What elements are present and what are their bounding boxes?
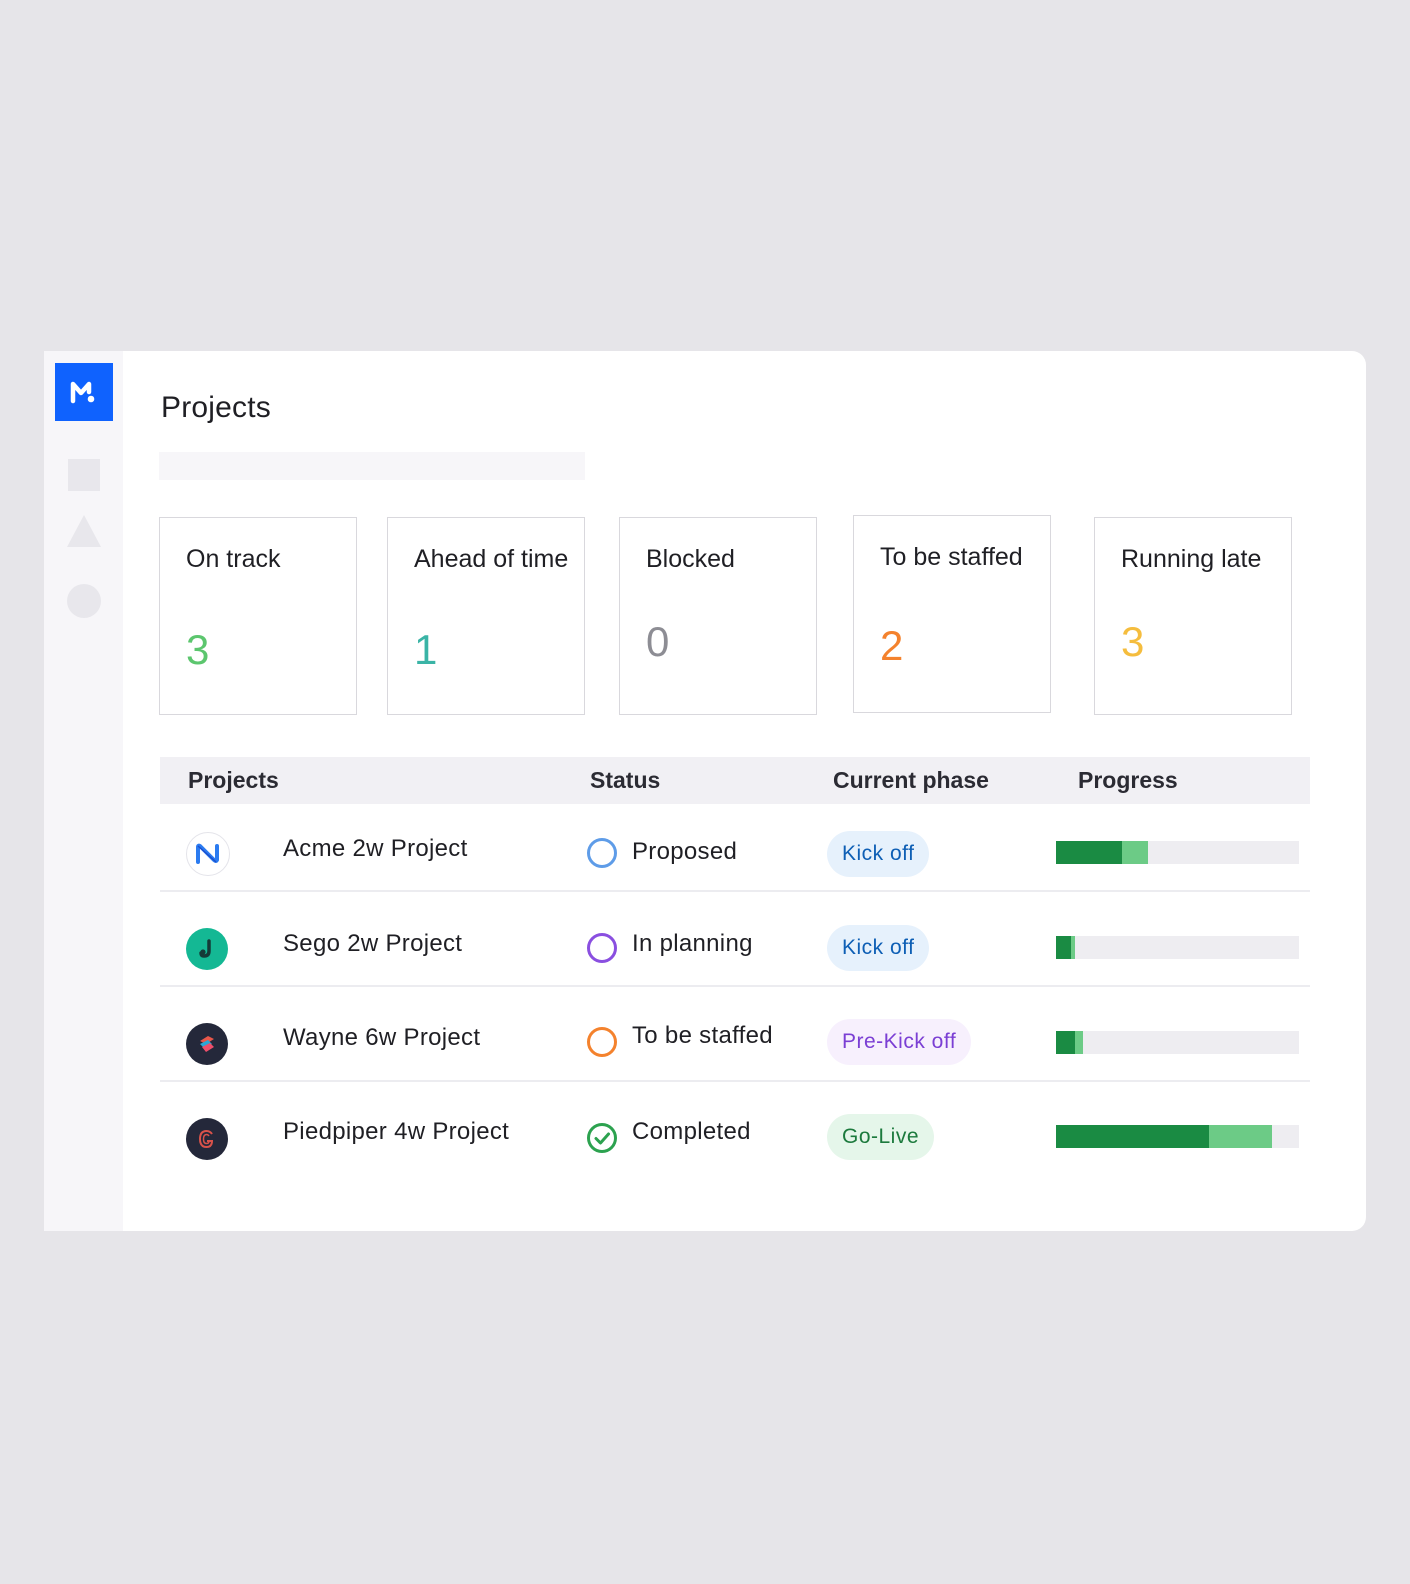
project-name[interactable]: Acme 2w Project [283, 835, 468, 863]
table-row[interactable]: Sego 2w Project In planning Kick off [160, 899, 1310, 994]
status-to-be-staffed-icon [587, 1027, 617, 1057]
card-label: Ahead of time [414, 545, 569, 573]
sidebar [44, 351, 123, 1231]
summary-card-ahead-of-time[interactable]: Ahead of time 1 [387, 517, 585, 715]
search-bar[interactable] [159, 452, 585, 480]
phase-badge[interactable]: Kick off [827, 925, 930, 971]
page-title: Projects [161, 391, 271, 424]
progress-bar [1056, 936, 1299, 959]
column-header-projects[interactable]: Projects [188, 757, 279, 804]
card-value: 3 [186, 626, 210, 673]
progress-bar-complete [1056, 1125, 1210, 1148]
sego-logo-icon [186, 928, 228, 970]
column-header-phase[interactable]: Current phase [833, 757, 989, 804]
status-text: In planning [632, 930, 753, 957]
column-header-progress[interactable]: Progress [1078, 757, 1178, 804]
summary-card-to-be-staffed[interactable]: To be staffed 2 [853, 515, 1051, 713]
progress-bar-in-progress [1209, 1125, 1273, 1148]
progress-bar-complete [1056, 936, 1071, 959]
card-value: 1 [414, 626, 438, 673]
progress-bar [1056, 1125, 1299, 1148]
acme-logo-icon [186, 832, 230, 876]
project-name[interactable]: Sego 2w Project [283, 930, 462, 958]
status-completed-icon [587, 1123, 617, 1153]
app-window: Projects On track 3 Ahead of time 1 Bloc… [44, 351, 1366, 1231]
triangle-icon[interactable] [67, 515, 101, 547]
project-name[interactable]: Wayne 6w Project [283, 1024, 480, 1052]
progress-bar [1056, 841, 1299, 864]
card-value: 2 [880, 622, 904, 669]
card-label: Blocked [646, 545, 735, 573]
wayne-logo-icon [186, 1023, 228, 1065]
row-divider [160, 985, 1310, 987]
table-row[interactable]: Piedpiper 4w Project Completed Go-Live [160, 1089, 1310, 1184]
phase-badge[interactable]: Pre-Kick off [827, 1019, 972, 1065]
circle-icon[interactable] [67, 584, 101, 618]
summary-card-blocked[interactable]: Blocked 0 [619, 517, 817, 715]
summary-card-running-late[interactable]: Running late 3 [1094, 517, 1292, 715]
summary-card-on-track[interactable]: On track 3 [159, 517, 357, 715]
m-logo-icon[interactable] [55, 363, 113, 421]
table-row[interactable]: Acme 2w Project Proposed Kick off [160, 804, 1310, 899]
card-label: Running late [1121, 545, 1262, 573]
progress-bar-in-progress [1121, 841, 1149, 864]
phase-badge[interactable]: Kick off [827, 831, 930, 877]
card-label: To be staffed [880, 543, 1023, 571]
status-text: Proposed [632, 838, 738, 865]
row-divider [160, 1080, 1310, 1082]
progress-bar-in-progress [1075, 1031, 1083, 1054]
card-value: 3 [1121, 618, 1145, 665]
status-text: To be staffed [632, 1022, 773, 1049]
card-value: 0 [646, 618, 670, 665]
column-header-status[interactable]: Status [590, 757, 660, 804]
status-text: Completed [632, 1118, 751, 1145]
phase-badge[interactable]: Go-Live [827, 1114, 935, 1160]
square-icon[interactable] [68, 459, 100, 491]
table-header: Projects Status Current phase Progress [160, 757, 1310, 804]
project-name[interactable]: Piedpiper 4w Project [283, 1118, 509, 1146]
progress-bar [1056, 1031, 1299, 1054]
progress-bar-complete [1056, 1031, 1076, 1054]
table-row[interactable]: Wayne 6w Project To be staffed Pre-Kick … [160, 994, 1310, 1089]
card-label: On track [186, 545, 281, 573]
piedpiper-logo-icon [186, 1118, 228, 1160]
progress-bar-complete [1056, 841, 1122, 864]
row-divider [160, 890, 1310, 892]
status-proposed-icon [587, 838, 617, 868]
progress-bar-in-progress [1070, 936, 1076, 959]
status-in-planning-icon [587, 933, 617, 963]
